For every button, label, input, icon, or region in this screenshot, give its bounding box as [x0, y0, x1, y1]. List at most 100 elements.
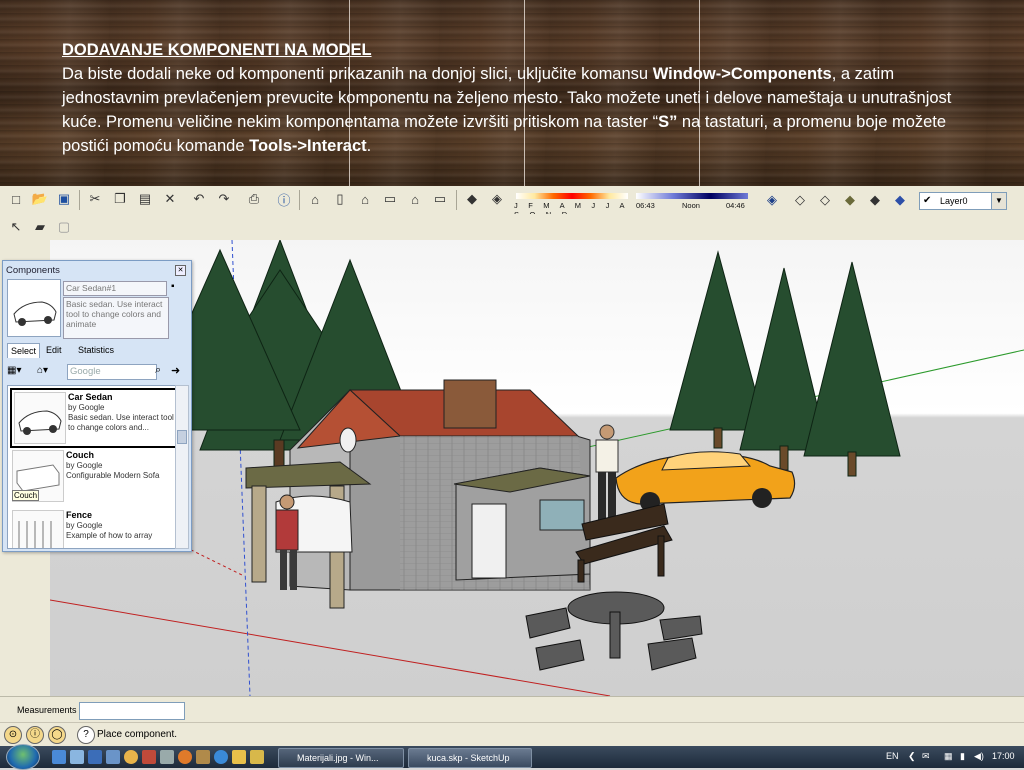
paint-bucket-icon[interactable]: ▰: [30, 217, 50, 237]
tab-statistics[interactable]: Statistics: [75, 343, 117, 357]
close-icon[interactable]: ✕: [175, 265, 186, 276]
display-shadows-icon[interactable]: ◈: [487, 189, 507, 209]
show-desktop-icon[interactable]: [52, 750, 66, 764]
components-icon[interactable]: ▢: [54, 217, 74, 237]
save-icon[interactable]: ▣: [54, 189, 74, 209]
view-options-icon[interactable]: ▦▾: [7, 365, 21, 376]
quicklaunch-icon[interactable]: [142, 750, 156, 764]
folder-icon[interactable]: [232, 750, 246, 764]
layer-select[interactable]: ✔ Layer0 ▼: [919, 192, 1007, 210]
item-desc: Configurable Modern Sofa: [66, 471, 160, 480]
monochrome-icon[interactable]: ◆: [890, 190, 910, 210]
shadow-date-slider[interactable]: J F M A M J J A S O N D: [512, 190, 630, 219]
home-icon[interactable]: ⌂▾: [37, 365, 48, 376]
forward-icon[interactable]: ➜: [171, 364, 180, 377]
shaded-icon[interactable]: ◆: [840, 190, 860, 210]
command-window-components: Window->Components: [652, 65, 832, 83]
component-list[interactable]: Car Sedan by Google Basic sedan. Use int…: [7, 385, 177, 549]
shadow-time-slider[interactable]: 06:43 Noon 04:46: [636, 190, 748, 212]
item-author: by Google: [68, 403, 105, 412]
picnic-table: [525, 591, 703, 671]
list-item-fence[interactable]: Fence by Google Example of how to array: [10, 508, 174, 548]
start-button[interactable]: [6, 744, 40, 770]
tab-edit[interactable]: Edit: [43, 343, 65, 357]
help-icon[interactable]: ?: [77, 726, 95, 744]
front-view-icon[interactable]: ⌂: [355, 189, 375, 209]
item-author: by Google: [66, 461, 103, 470]
tooltip: Couch: [12, 490, 40, 501]
quicklaunch-icon[interactable]: [250, 750, 264, 764]
paste-icon[interactable]: ▤: [135, 189, 155, 209]
model-viewport[interactable]: [50, 240, 1024, 696]
scroll-thumb[interactable]: [177, 430, 187, 444]
component-description-field[interactable]: Basic sedan. Use interact tool to change…: [63, 297, 169, 339]
slide-paragraph: .: [366, 137, 372, 155]
quicklaunch-icon[interactable]: [160, 750, 174, 764]
volume-icon[interactable]: ◀): [974, 751, 984, 762]
scrollbar[interactable]: [175, 385, 189, 549]
status-message: Place component.: [97, 729, 178, 740]
model-info-icon[interactable]: ⓘ: [274, 189, 294, 209]
details-icon[interactable]: ▪: [171, 281, 183, 295]
model-scene: [50, 240, 1024, 696]
iso-view-icon[interactable]: ⌂: [305, 189, 325, 209]
toolbar-separator: [299, 190, 300, 210]
open-folder-icon[interactable]: 📂: [30, 189, 50, 209]
search-input[interactable]: Google: [67, 364, 157, 380]
measurements-input[interactable]: [79, 702, 185, 720]
red-axis: [50, 599, 611, 696]
quicklaunch-icon[interactable]: [106, 750, 120, 764]
task-sketchup[interactable]: kuca.skp - SketchUp: [408, 748, 532, 768]
chevron-down-icon[interactable]: ▼: [991, 193, 1006, 209]
tray-icon[interactable]: ✉: [922, 751, 930, 762]
right-view-icon[interactable]: ▭: [380, 189, 400, 209]
quicklaunch-icon[interactable]: [124, 750, 138, 764]
person-standing: [595, 424, 619, 524]
hidden-line-icon[interactable]: ◇: [815, 190, 835, 210]
slide-text: DODAVANJE KOMPONENTI NA MODEL Da biste d…: [62, 38, 972, 158]
copy-icon[interactable]: ❐: [110, 189, 130, 209]
quicklaunch-icon[interactable]: [70, 750, 84, 764]
side-garage: [453, 467, 591, 581]
print-icon[interactable]: ⎙: [244, 189, 264, 209]
ie-icon[interactable]: [214, 750, 228, 764]
redo-icon[interactable]: ↷: [214, 189, 234, 209]
item-desc: Basic sedan. Use interact tool to change…: [68, 413, 174, 432]
user-icon[interactable]: ◯: [48, 726, 66, 744]
component-name-field[interactable]: Car Sedan#1: [63, 281, 167, 296]
battery-icon[interactable]: ▮: [960, 751, 965, 762]
quicklaunch-icon[interactable]: [196, 750, 210, 764]
left-view-icon[interactable]: ▭: [430, 189, 450, 209]
clock[interactable]: 17:00: [992, 751, 1015, 761]
firefox-icon[interactable]: [178, 750, 192, 764]
time-start: 06:43: [636, 201, 655, 210]
textured-icon[interactable]: ◆: [865, 190, 885, 210]
network-icon[interactable]: ▦: [944, 751, 953, 762]
credits-icon[interactable]: ⓘ: [26, 726, 44, 744]
task-materijali[interactable]: Materijali.jpg - Win...: [278, 748, 404, 768]
erase-icon[interactable]: ✕: [160, 189, 180, 209]
xray-icon[interactable]: ◈: [762, 190, 782, 210]
layer-value: Layer0: [940, 196, 968, 206]
slide-title: DODAVANJE KOMPONENTI NA MODEL: [62, 41, 372, 59]
cut-icon[interactable]: ✂: [85, 189, 105, 209]
tab-select[interactable]: Select: [7, 343, 41, 358]
shadow-settings-icon[interactable]: ◆: [462, 189, 482, 209]
components-panel[interactable]: Components ✕ Car Sedan#1 Basic sedan. Us…: [2, 260, 192, 552]
new-file-icon[interactable]: □: [6, 189, 26, 209]
top-view-icon[interactable]: ▯: [330, 189, 350, 209]
wireframe-icon[interactable]: ◇: [790, 190, 810, 210]
search-icon[interactable]: ⌕: [155, 364, 161, 377]
quicklaunch-icon[interactable]: [88, 750, 102, 764]
geo-location-icon[interactable]: ⊙: [4, 726, 22, 744]
back-view-icon[interactable]: ⌂: [405, 189, 425, 209]
pine-tree: [669, 250, 901, 477]
chevron-left-icon[interactable]: ❮: [908, 751, 916, 762]
item-name: Couch: [66, 450, 94, 460]
interact-icon[interactable]: ↖: [6, 217, 26, 237]
list-item-car-sedan[interactable]: Car Sedan by Google Basic sedan. Use int…: [10, 388, 176, 448]
car-thumbnail-icon: [14, 392, 66, 444]
undo-icon[interactable]: ↶: [189, 189, 209, 209]
language-indicator[interactable]: EN: [886, 751, 899, 761]
list-item-couch[interactable]: Couch by Google Configurable Modern Sofa…: [10, 448, 174, 504]
